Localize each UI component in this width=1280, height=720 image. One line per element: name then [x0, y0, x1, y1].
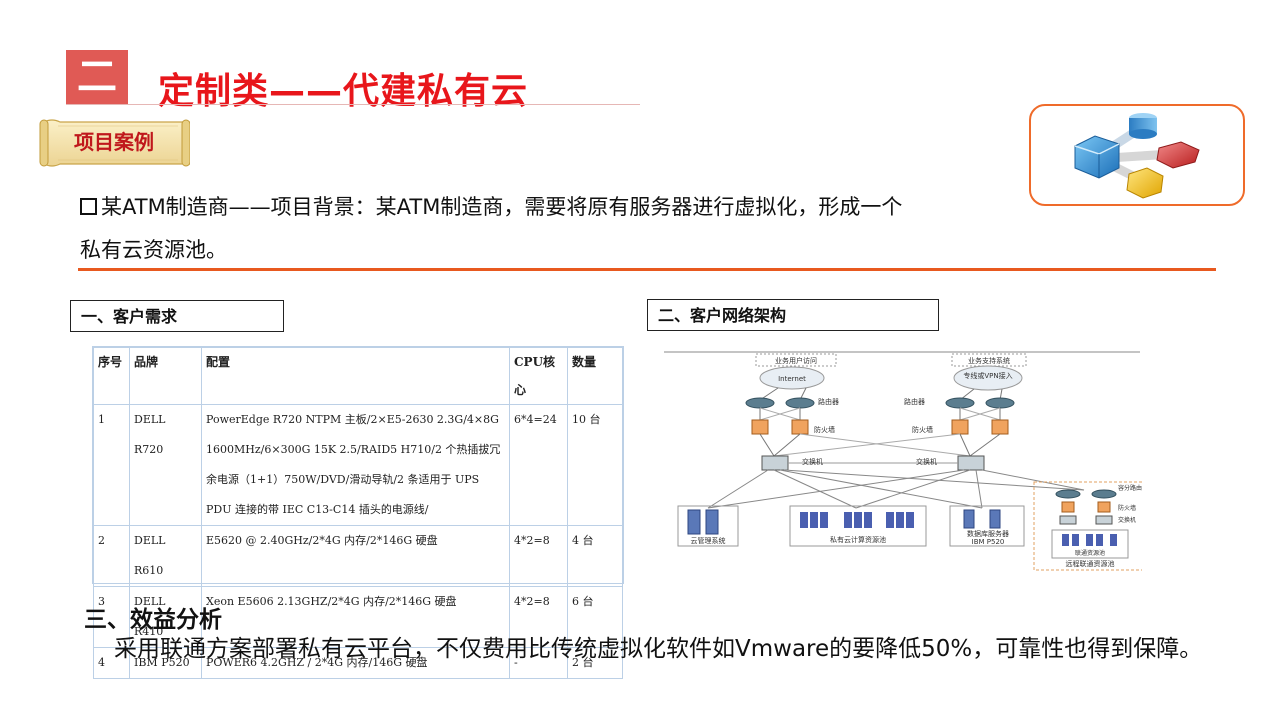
firewall-icon [751, 419, 1009, 435]
benefit-heading: 三、效益分析 [84, 607, 222, 633]
db-server-icon [963, 509, 1001, 529]
project-background: 某ATM制造商——项目背景：某ATM制造商，需要将原有服务器进行虚拟化，形成一个… [80, 186, 1030, 272]
cell-brand: DELL R720 [129, 404, 202, 526]
network-diagram: 业务用户访问 业务支持系统 Internet 专线或VPN接入 路由器 路由器 [664, 348, 1151, 576]
private-pool-text: 私有云计算资源池 [830, 535, 886, 544]
page-title: 定制类——代建私有云 [158, 71, 529, 112]
db-server-text: 数据库服务器 [967, 529, 1009, 538]
server-rack-icon [800, 512, 914, 528]
cell-qty: 10 台 [567, 404, 623, 526]
cell-no: 1 [93, 404, 130, 526]
switch-text-right: 交换机 [916, 457, 937, 466]
cell-config: E5620 @ 2.40GHz/2*4G 内存/2*146G 硬盘 [201, 525, 510, 587]
cell-brand: DELL R610 [129, 525, 202, 587]
background-line-1: 某ATM制造商——项目背景：某ATM制造商，需要将原有服务器进行虚拟化，形成一个 [101, 195, 903, 219]
router-text-left: 路由器 [818, 397, 839, 406]
cell-cpu: 6*4=24 [509, 404, 568, 526]
header-config: 配置 [201, 347, 510, 405]
router-text-right: 路由器 [904, 397, 925, 406]
remote-server-icon [1062, 534, 1117, 546]
network-label: 二、客户网络架构 [647, 299, 939, 331]
title-underline [66, 104, 640, 105]
header-cpu: CPU核心 [509, 347, 568, 405]
remote-firewall-text: 防火墙 [1118, 504, 1136, 512]
cloud-mgmt-text: 云管理系统 [691, 536, 726, 545]
db-model-text: IBM P520 [972, 538, 1005, 546]
server-icon [687, 509, 719, 535]
section-number-box: 二 [66, 50, 128, 104]
cell-qty: 4 台 [567, 525, 623, 587]
section-number: 二 [77, 54, 117, 100]
remote-firewall-icon [1061, 501, 1111, 513]
requirements-label: 一、客户需求 [70, 300, 284, 332]
firewall-text-left: 防火墙 [814, 425, 835, 434]
internet-text: Internet [778, 375, 806, 383]
case-tag-label: 项目案例 [74, 130, 154, 154]
decorative-icon-card [1029, 104, 1245, 206]
vpn-text: 专线或VPN接入 [963, 371, 1012, 380]
remote-pool-text: 远程联通资源池 [1066, 559, 1115, 568]
benefit-text: 采用联通方案部署私有云平台，不仅费用比传统虚拟化软件如Vmware的要降低50%… [114, 636, 1203, 662]
network-diagram-svg: 业务用户访问 业务支持系统 Internet 专线或VPN接入 路由器 路由器 [664, 351, 1151, 571]
table-header-row: 序号 品牌 配置 CPU核心 数量 [93, 347, 623, 405]
network-cubes-icon [1074, 113, 1200, 199]
table-row: 1 DELL R720 PowerEdge R720 NTPM 主板/2×E5-… [93, 404, 623, 526]
remote-router-icon [1055, 489, 1117, 499]
cell-cpu: 4*2=8 [509, 525, 568, 587]
router-icon [745, 397, 1015, 409]
firewall-text-right: 防火墙 [912, 425, 933, 434]
remote-res-text: 联通资源池 [1075, 549, 1105, 557]
requirements-table: 序号 品牌 配置 CPU核心 数量 1 DELL R720 PowerEdge … [92, 346, 624, 679]
header-brand: 品牌 [129, 347, 202, 405]
cell-config: PowerEdge R720 NTPM 主板/2×E5-2630 2.3G/4×… [201, 404, 510, 526]
header-no: 序号 [93, 347, 130, 405]
background-line-2: 私有云资源池。 [80, 238, 227, 262]
checkbox-square-icon [80, 198, 97, 215]
cell-no: 2 [93, 525, 130, 587]
table-row: 2 DELL R610 E5620 @ 2.40GHz/2*4G 内存/2*14… [93, 525, 623, 587]
business-user-access-text: 业务用户访问 [775, 356, 817, 365]
divider-rule [78, 268, 1216, 271]
remote-switch-text: 交换机 [1118, 516, 1136, 524]
vpn-cloud-icon: 专线或VPN接入 [953, 365, 1023, 391]
header-qty: 数量 [567, 347, 623, 405]
switch-text-left: 交换机 [802, 457, 823, 466]
business-support-text: 业务支持系统 [968, 356, 1010, 365]
remote-switch-icon [1059, 515, 1113, 525]
remote-router-text: 容分路由器 [1118, 484, 1142, 492]
internet-cloud-icon: Internet [759, 366, 825, 390]
case-tag: 项目案例 [38, 116, 191, 170]
